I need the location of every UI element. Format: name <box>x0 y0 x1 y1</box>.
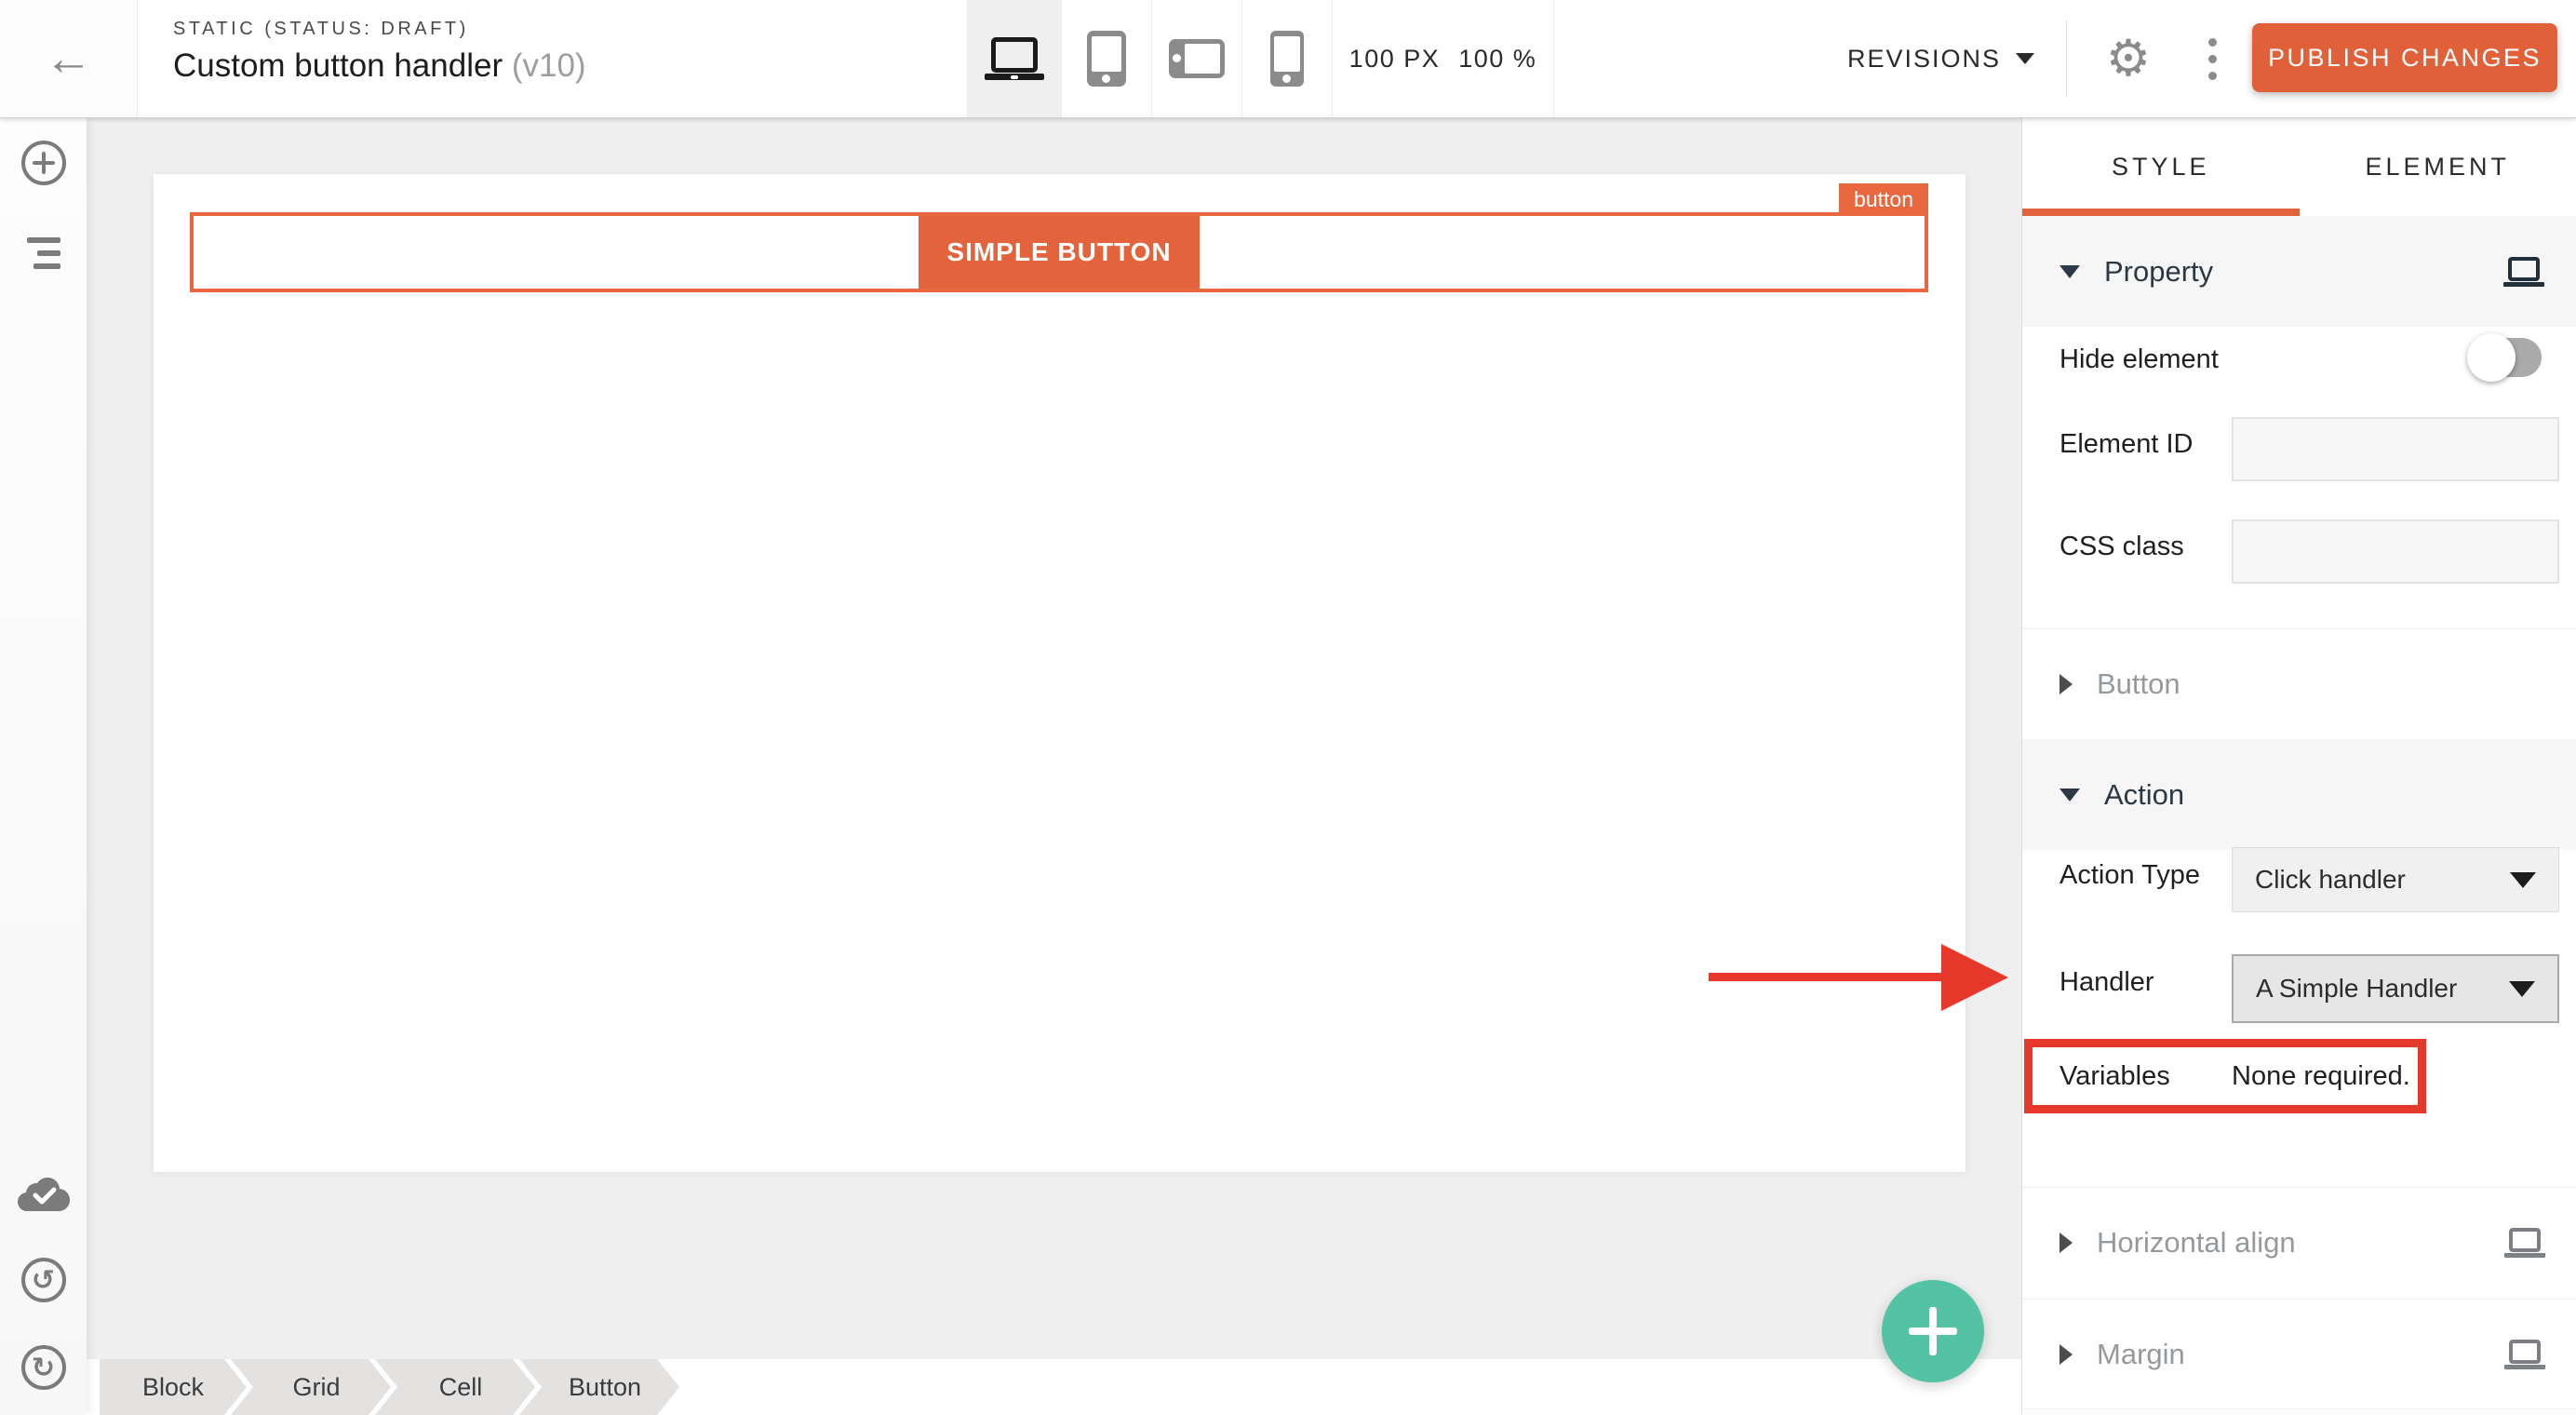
editor-canvas: button SIMPLE BUTTON Block Grid Cell But… <box>87 118 2021 1415</box>
chevron-down-icon <box>2016 53 2034 64</box>
status-label: STATIC (STATUS: DRAFT) <box>173 19 586 40</box>
back-arrow-icon: ← <box>45 34 93 83</box>
zoom-percent-value: 100 % <box>1458 45 1536 74</box>
device-tablet-portrait-button[interactable] <box>1061 0 1151 117</box>
undo-history-icon: ↺ <box>21 1258 66 1302</box>
element-breadcrumb: Block Grid Cell Button <box>87 1359 2021 1415</box>
desktop-scope-icon <box>2504 1340 2545 1369</box>
caret-right-icon <box>2059 1233 2073 1253</box>
inspector-panel: STYLE ELEMENT Property Hide element Elem… <box>2021 118 2576 1415</box>
selected-element-outline[interactable]: button SIMPLE BUTTON <box>190 212 1928 292</box>
section-action-title: Action <box>2104 778 2184 812</box>
handler-value: A Simple Handler <box>2234 974 2457 1004</box>
chevron-down-icon <box>2510 872 2536 888</box>
desktop-scope-icon <box>2503 257 2544 287</box>
annotation-arrow-head <box>1941 944 2008 1011</box>
tab-style[interactable]: STYLE <box>2022 118 2300 216</box>
chevron-down-icon <box>2509 981 2535 997</box>
back-button[interactable]: ← <box>0 0 138 117</box>
hide-element-toggle[interactable] <box>2471 338 2542 377</box>
section-button-header[interactable]: Button <box>2022 628 2576 739</box>
device-preview-switcher: 100 PX 100 % <box>967 0 1554 117</box>
add-block-fab[interactable] <box>1882 1280 1984 1382</box>
element-id-input[interactable] <box>2232 417 2559 481</box>
add-circle-icon <box>20 139 68 187</box>
breadcrumb-item-grid[interactable]: Grid <box>231 1359 391 1415</box>
cloud-saved-icon <box>15 1173 73 1216</box>
desktop-scope-icon <box>2504 1228 2545 1258</box>
revisions-dropdown[interactable]: REVISIONS <box>1847 0 2034 117</box>
tab-element[interactable]: ELEMENT <box>2300 118 2576 216</box>
settings-button[interactable]: ⚙ <box>2096 0 2161 117</box>
section-horizontal-align-title: Horizontal align <box>2097 1226 2296 1260</box>
layers-button[interactable] <box>0 232 87 275</box>
css-class-label: CSS class <box>2059 532 2184 562</box>
topbar-divider <box>2066 20 2067 97</box>
redo-button[interactable]: ↻ <box>0 1345 87 1390</box>
zoom-px-value: 100 PX <box>1349 45 1441 74</box>
css-class-input[interactable] <box>2232 519 2559 584</box>
inspector-tabs: STYLE ELEMENT <box>2022 118 2576 216</box>
active-tab-underline <box>2022 209 2300 216</box>
caret-right-icon <box>2059 1344 2073 1365</box>
desktop-icon <box>985 37 1044 80</box>
annotation-arrow <box>1709 973 1945 981</box>
variables-label: Variables <box>2059 1061 2170 1092</box>
element-tag-label: button <box>1854 187 1913 212</box>
gear-icon: ⚙ <box>2106 34 2151 84</box>
layers-icon <box>27 237 60 269</box>
publish-changes-label: PUBLISH CHANGES <box>2268 44 2542 73</box>
zoom-readout: 100 PX 100 % <box>1332 0 1554 117</box>
action-type-select[interactable]: Click handler <box>2232 847 2559 912</box>
breadcrumb-item-block[interactable]: Block <box>100 1359 247 1415</box>
mobile-icon <box>1270 31 1304 87</box>
top-bar: ← STATIC (STATUS: DRAFT) Custom button h… <box>0 0 2576 118</box>
action-type-label: Action Type <box>2059 860 2200 891</box>
section-margin-header[interactable]: Margin <box>2022 1299 2576 1409</box>
variables-value: None required. <box>2232 1061 2410 1092</box>
simple-button-element[interactable]: SIMPLE BUTTON <box>919 216 1200 289</box>
hide-element-label: Hide element <box>2059 344 2219 375</box>
caret-down-icon <box>2059 265 2080 278</box>
page-title: Custom button handler (v10) <box>173 47 586 85</box>
tablet-landscape-icon <box>1169 39 1225 78</box>
caret-right-icon <box>2059 674 2073 694</box>
kebab-icon <box>2208 38 2217 47</box>
revisions-label: REVISIONS <box>1847 45 2001 74</box>
device-desktop-button[interactable] <box>967 0 1061 117</box>
undo-button[interactable]: ↺ <box>0 1258 87 1302</box>
tablet-portrait-icon <box>1087 31 1126 87</box>
page-preview: button SIMPLE BUTTON <box>154 174 1966 1172</box>
handler-select[interactable]: A Simple Handler <box>2232 954 2559 1023</box>
breadcrumb-item-cell[interactable]: Cell <box>375 1359 535 1415</box>
simple-button-label: SIMPLE BUTTON <box>946 237 1171 267</box>
element-id-label: Element ID <box>2059 429 2193 460</box>
caret-down-icon <box>2059 788 2080 802</box>
section-margin-title: Margin <box>2097 1338 2185 1371</box>
more-options-button[interactable] <box>2189 0 2235 117</box>
device-mobile-button[interactable] <box>1241 0 1332 117</box>
title-block: STATIC (STATUS: DRAFT) Custom button han… <box>173 19 586 85</box>
add-element-button[interactable] <box>0 139 87 187</box>
save-status-indicator <box>0 1168 87 1220</box>
publish-changes-button[interactable]: PUBLISH CHANGES <box>2252 23 2557 92</box>
left-toolbar: ↺ ↻ <box>0 118 87 1415</box>
section-property-title: Property <box>2104 255 2213 289</box>
device-tablet-landscape-button[interactable] <box>1151 0 1241 117</box>
section-horizontal-align-header[interactable]: Horizontal align <box>2022 1187 2576 1298</box>
handler-label: Handler <box>2059 967 2154 998</box>
section-action-header[interactable]: Action <box>2022 739 2576 850</box>
page-version: (v10) <box>512 47 586 84</box>
section-button-title: Button <box>2097 667 2180 701</box>
breadcrumb-item-button[interactable]: Button <box>519 1359 679 1415</box>
redo-history-icon: ↻ <box>21 1345 66 1390</box>
element-type-tag: button <box>1839 183 1928 216</box>
section-property-header[interactable]: Property <box>2022 216 2576 327</box>
page-title-text: Custom button handler <box>173 47 503 84</box>
action-type-value: Click handler <box>2233 865 2406 895</box>
